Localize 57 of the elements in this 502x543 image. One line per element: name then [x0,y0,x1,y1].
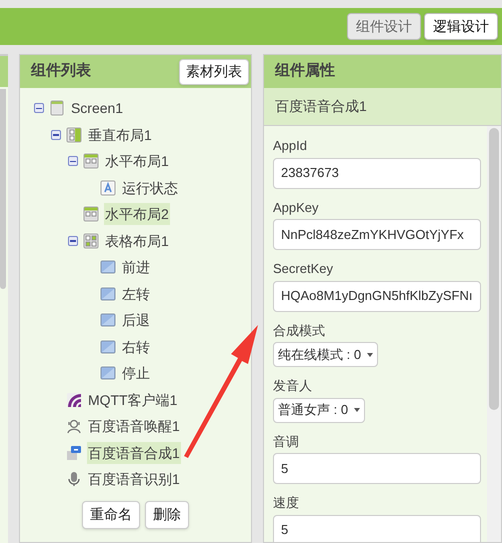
grid-layout-icon [82,232,99,249]
tree-item[interactable]: 百度语音唤醒1 [86,415,181,438]
tree-item[interactable]: Screen1 [70,97,124,120]
tree-item[interactable]: 后退 [120,309,151,332]
tree-item[interactable]: 垂直布局1 [86,124,153,146]
media-list-button[interactable]: 素材列表 [179,58,249,84]
collapse-toggle[interactable] [50,130,61,140]
tree-item[interactable]: 运行状态 [120,176,179,199]
letter-a-icon [100,180,116,196]
person-headset-icon [66,418,82,434]
action-button[interactable]: 重命名 [82,500,140,528]
property-label: SecretKey [273,260,334,278]
screen-icon [48,100,65,116]
button-icon [100,259,116,276]
input-field[interactable]: 5 [273,453,481,484]
speech-bubble-icon [66,444,82,461]
property-label: 合成模式 [273,322,326,340]
panel-title: 组件属性 [275,61,335,82]
input-field[interactable]: 5 [273,514,481,542]
tree-item[interactable]: 表格布局1 [104,230,170,252]
button-icon [100,312,116,328]
action-button[interactable]: 删除 [144,500,189,528]
tree-item[interactable]: 左转 [120,282,151,305]
tree-item[interactable]: 停止 [120,362,151,384]
horizontal-layout-icon [82,153,99,170]
tree-item[interactable]: 水平布局1 [104,150,170,172]
collapse-toggle[interactable] [68,236,78,246]
component-name: 百度语音合成1 [275,97,367,116]
tree-item[interactable]: 百度语音识别1 [86,468,181,490]
button-icon [100,286,116,302]
tree-item[interactable]: MQTT客户端1 [86,388,178,411]
horizontal-layout-icon [82,206,99,222]
view-button[interactable]: 组件设计 [347,13,421,40]
property-label: AppId [273,137,308,155]
panel-title: 组件列表 [30,61,91,82]
dropdown[interactable]: 普通女声 : 0 [273,398,366,422]
microphone-icon [66,471,82,488]
collapse-toggle[interactable] [34,103,44,114]
button-icon [100,365,116,382]
property-label: 音调 [273,432,300,450]
dropdown[interactable]: 纯在线模式 : 0 [273,342,378,367]
signal-waves-icon [66,392,82,408]
tree-item[interactable]: 前进 [120,256,151,278]
property-label: AppKey [273,198,320,217]
input-field[interactable]: NnPcl848zeZmYKHVGOtYjYFx [273,219,481,250]
tree-item[interactable]: 百度语音合成1 [86,442,181,464]
view-button[interactable]: 逻辑设计 [424,13,498,40]
tree-item[interactable]: 水平布局2 [104,203,170,226]
button-icon [100,338,116,355]
side-panel-edge [0,54,8,87]
tree-item[interactable]: 右转 [120,336,151,358]
vertical-layout-icon [66,126,82,143]
input-field[interactable]: 23837673 [273,158,481,188]
property-label: 发音人 [273,377,313,395]
collapse-toggle[interactable] [68,156,78,166]
input-field[interactable]: HQAo8M1yDgnGN5hfKlbZySFNı [273,280,481,312]
property-label: 速度 [273,494,300,512]
